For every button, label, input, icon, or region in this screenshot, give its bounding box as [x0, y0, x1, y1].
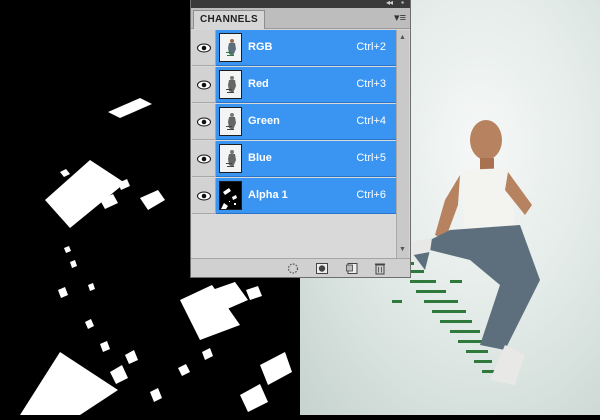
channel-thumbnail — [219, 144, 242, 173]
channel-row-alpha-1[interactable]: Alpha 1 Ctrl+6 — [192, 178, 396, 214]
load-channel-as-selection-icon[interactable] — [286, 262, 300, 275]
channel-row-rgb[interactable]: RGB Ctrl+2 — [192, 30, 396, 66]
channels-panel: ◂◂ ▪ CHANNELS ▾≡ RGB Ctrl+2 Red Ctrl+3 G… — [190, 0, 411, 278]
save-selection-as-channel-icon[interactable] — [315, 262, 329, 275]
visibility-toggle[interactable] — [192, 30, 216, 66]
channel-thumbnail — [219, 181, 242, 210]
channel-thumbnail — [219, 107, 242, 136]
channel-name: Green — [248, 115, 280, 127]
scroll-down-arrow-icon[interactable]: ▼ — [399, 246, 406, 254]
channel-shortcut: Ctrl+4 — [356, 115, 386, 127]
collapse-panel-icon[interactable]: ◂◂ — [386, 0, 393, 8]
panel-title-strip: ◂◂ ▪ — [191, 0, 410, 8]
channel-shortcut: Ctrl+2 — [356, 41, 386, 53]
eye-icon — [197, 154, 211, 164]
channel-row-red[interactable]: Red Ctrl+3 — [192, 67, 396, 103]
channel-shortcut: Ctrl+3 — [356, 78, 386, 90]
visibility-toggle[interactable] — [192, 178, 216, 214]
eye-icon — [197, 43, 211, 53]
eye-icon — [197, 191, 211, 201]
channel-row-blue[interactable]: Blue Ctrl+5 — [192, 141, 396, 177]
channel-shortcut: Ctrl+5 — [356, 152, 386, 164]
eye-icon — [197, 80, 211, 90]
close-panel-icon[interactable]: ▪ — [401, 0, 404, 8]
channel-list-scrollbar[interactable]: ▲ ▼ — [396, 30, 409, 258]
visibility-toggle[interactable] — [192, 104, 216, 140]
channel-name: Red — [248, 78, 269, 90]
channel-thumbnail — [219, 33, 242, 62]
tab-channels[interactable]: CHANNELS — [193, 10, 265, 29]
channel-row-body[interactable]: Alpha 1 Ctrl+6 — [216, 178, 396, 214]
channel-name: Alpha 1 — [248, 189, 288, 201]
channel-row-body[interactable]: Blue Ctrl+5 — [216, 141, 396, 177]
scroll-up-arrow-icon[interactable]: ▲ — [399, 34, 406, 42]
panel-tab-bar: CHANNELS ▾≡ — [191, 8, 410, 29]
panel-footer — [191, 258, 410, 277]
channel-shortcut: Ctrl+6 — [356, 189, 386, 201]
channel-row-green[interactable]: Green Ctrl+4 — [192, 104, 396, 140]
channel-list: RGB Ctrl+2 Red Ctrl+3 Green Ctrl+4 Blue … — [192, 30, 396, 258]
panel-menu-icon[interactable]: ▾≡ — [394, 12, 406, 24]
equalizer-bars — [392, 262, 496, 373]
channel-row-body[interactable]: Red Ctrl+3 — [216, 67, 396, 103]
create-new-channel-icon[interactable] — [345, 262, 359, 275]
channel-name: Blue — [248, 152, 272, 164]
channel-thumbnail — [219, 70, 242, 99]
channel-row-body[interactable]: RGB Ctrl+2 — [216, 30, 396, 66]
dancer-figure — [408, 120, 540, 385]
visibility-toggle[interactable] — [192, 67, 216, 103]
eye-icon — [197, 117, 211, 127]
visibility-toggle[interactable] — [192, 141, 216, 177]
channel-name: RGB — [248, 41, 273, 53]
channel-row-body[interactable]: Green Ctrl+4 — [216, 104, 396, 140]
delete-channel-icon[interactable] — [373, 262, 387, 275]
